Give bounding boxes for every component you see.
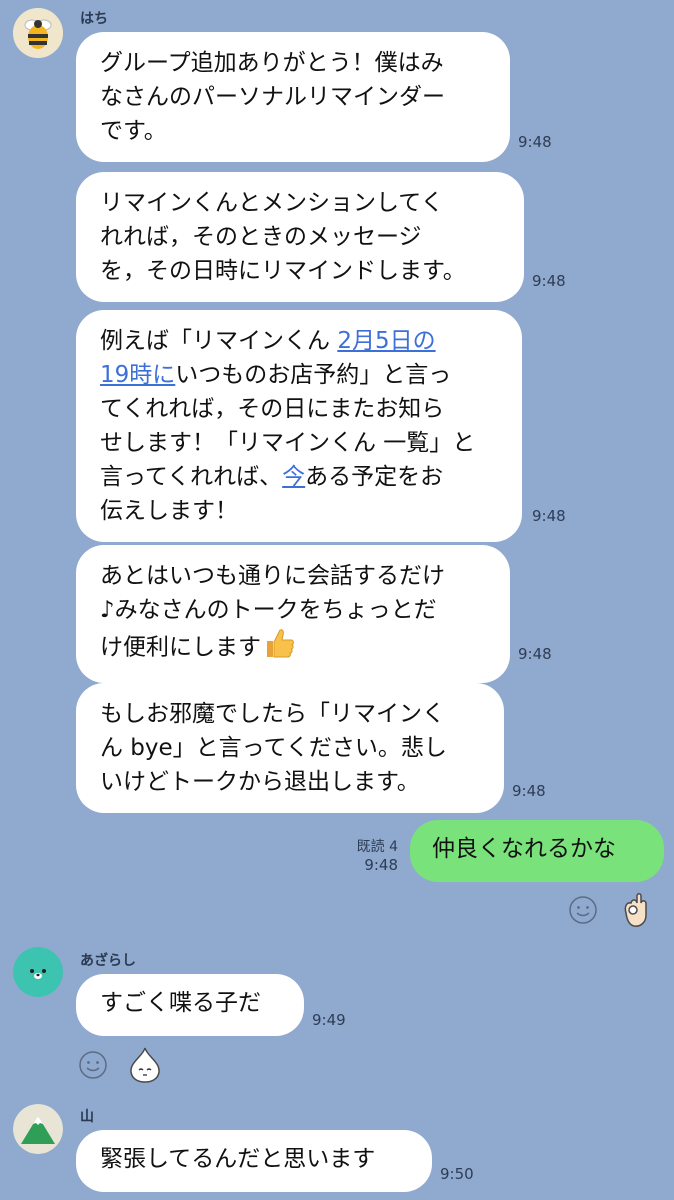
message-line: 例えば「リマインくん 2月5日の (100, 324, 498, 358)
message-time: 9:48 (364, 856, 398, 874)
message-line: け便利にします (100, 627, 486, 669)
message-line: です。 (100, 118, 167, 144)
message-bubble[interactable]: リマインくんとメンションしてく れれば，そのときのメッセージ を，その日時にリマ… (76, 172, 524, 302)
thumbs-up-emoji (263, 627, 295, 669)
message-time: 9:50 (440, 1165, 474, 1183)
message-line: ♪みなさんのトークをちょっとだ (100, 597, 437, 623)
date-link[interactable]: 2月5日の (337, 328, 435, 354)
message-line: ん bye」と言ってください。悲し (100, 735, 447, 761)
message-line: を，その日時にリマインドします。 (100, 258, 466, 284)
ok-hand-sticker[interactable] (620, 891, 654, 933)
message-text: 例えば「リマインくん (100, 328, 338, 354)
message-bubble[interactable]: 緊張してるんだと思います (76, 1130, 432, 1192)
message-line: 19時にいつものお店予約」と言っ (100, 358, 498, 392)
message-text: け便利にします (100, 634, 261, 661)
message-line: せします！「リマインくん 一覧」と (100, 430, 476, 456)
message-time: 9:48 (532, 507, 566, 525)
message-bubble[interactable]: あとはいつも通りに会話するだけ ♪みなさんのトークをちょっとだ け便利にします (76, 545, 510, 683)
message-time: 9:48 (512, 782, 546, 800)
now-link[interactable]: 今 (282, 464, 305, 490)
message-line: 伝えします！ (100, 498, 238, 524)
message-text: いつものお店予約」と言っ (175, 362, 452, 388)
message-text: 言ってくれれば、 (100, 464, 283, 490)
message-time: 9:49 (312, 1011, 346, 1029)
sender-name: あざらし (80, 953, 136, 969)
message-time: 9:48 (518, 133, 552, 151)
message-text: ある予定をお (305, 464, 444, 490)
time-link[interactable]: 19時に (100, 362, 175, 388)
mountain-avatar-icon[interactable] (13, 1104, 63, 1154)
read-receipt: 既読 4 (356, 839, 398, 855)
sender-name: 山 (80, 1109, 94, 1125)
message-bubble[interactable]: すごく喋る子だ (76, 974, 304, 1036)
sender-name: はち (80, 11, 108, 27)
add-reaction-icon[interactable] (78, 1050, 108, 1084)
add-reaction-icon[interactable] (568, 895, 598, 929)
message-line: グループ追加ありがとう！僕はみ (100, 50, 444, 76)
message-line: 言ってくれれば、今ある予定をお (100, 460, 498, 494)
message-line: いけどトークから退出します。 (100, 769, 420, 795)
message-line: てくれれば，その日にまたお知ら (100, 396, 445, 422)
message-bubble[interactable]: もしお邪魔でしたら「リマインく ん bye」と言ってください。悲し いけどトーク… (76, 683, 504, 813)
message-line: なさんのパーソナルリマインダー (100, 84, 445, 110)
message-line: リマインくんとメンションしてく (100, 190, 444, 216)
message-time: 9:48 (518, 645, 552, 663)
message-text: すごく喋る子だ (100, 990, 261, 1016)
message-text: 仲良くなれるかな (432, 836, 616, 862)
message-bubble[interactable]: 例えば「リマインくん 2月5日の 19時にいつものお店予約」と言っ てくれれば，… (76, 310, 522, 542)
message-bubble[interactable]: グループ追加ありがとう！僕はみ なさんのパーソナルリマインダー です。 (76, 32, 510, 162)
message-text: 緊張してるんだと思います (100, 1146, 376, 1172)
bee-avatar-icon[interactable] (13, 8, 63, 58)
message-time: 9:48 (532, 272, 566, 290)
onion-sticker-icon[interactable] (128, 1046, 162, 1088)
message-line: あとはいつも通りに会話するだけ (100, 563, 445, 589)
message-line: もしお邪魔でしたら「リマインく (100, 701, 445, 727)
outgoing-message-bubble[interactable]: 仲良くなれるかな (410, 820, 664, 882)
seal-avatar-icon[interactable] (13, 947, 63, 997)
message-line: れれば，そのときのメッセージ (100, 224, 422, 250)
